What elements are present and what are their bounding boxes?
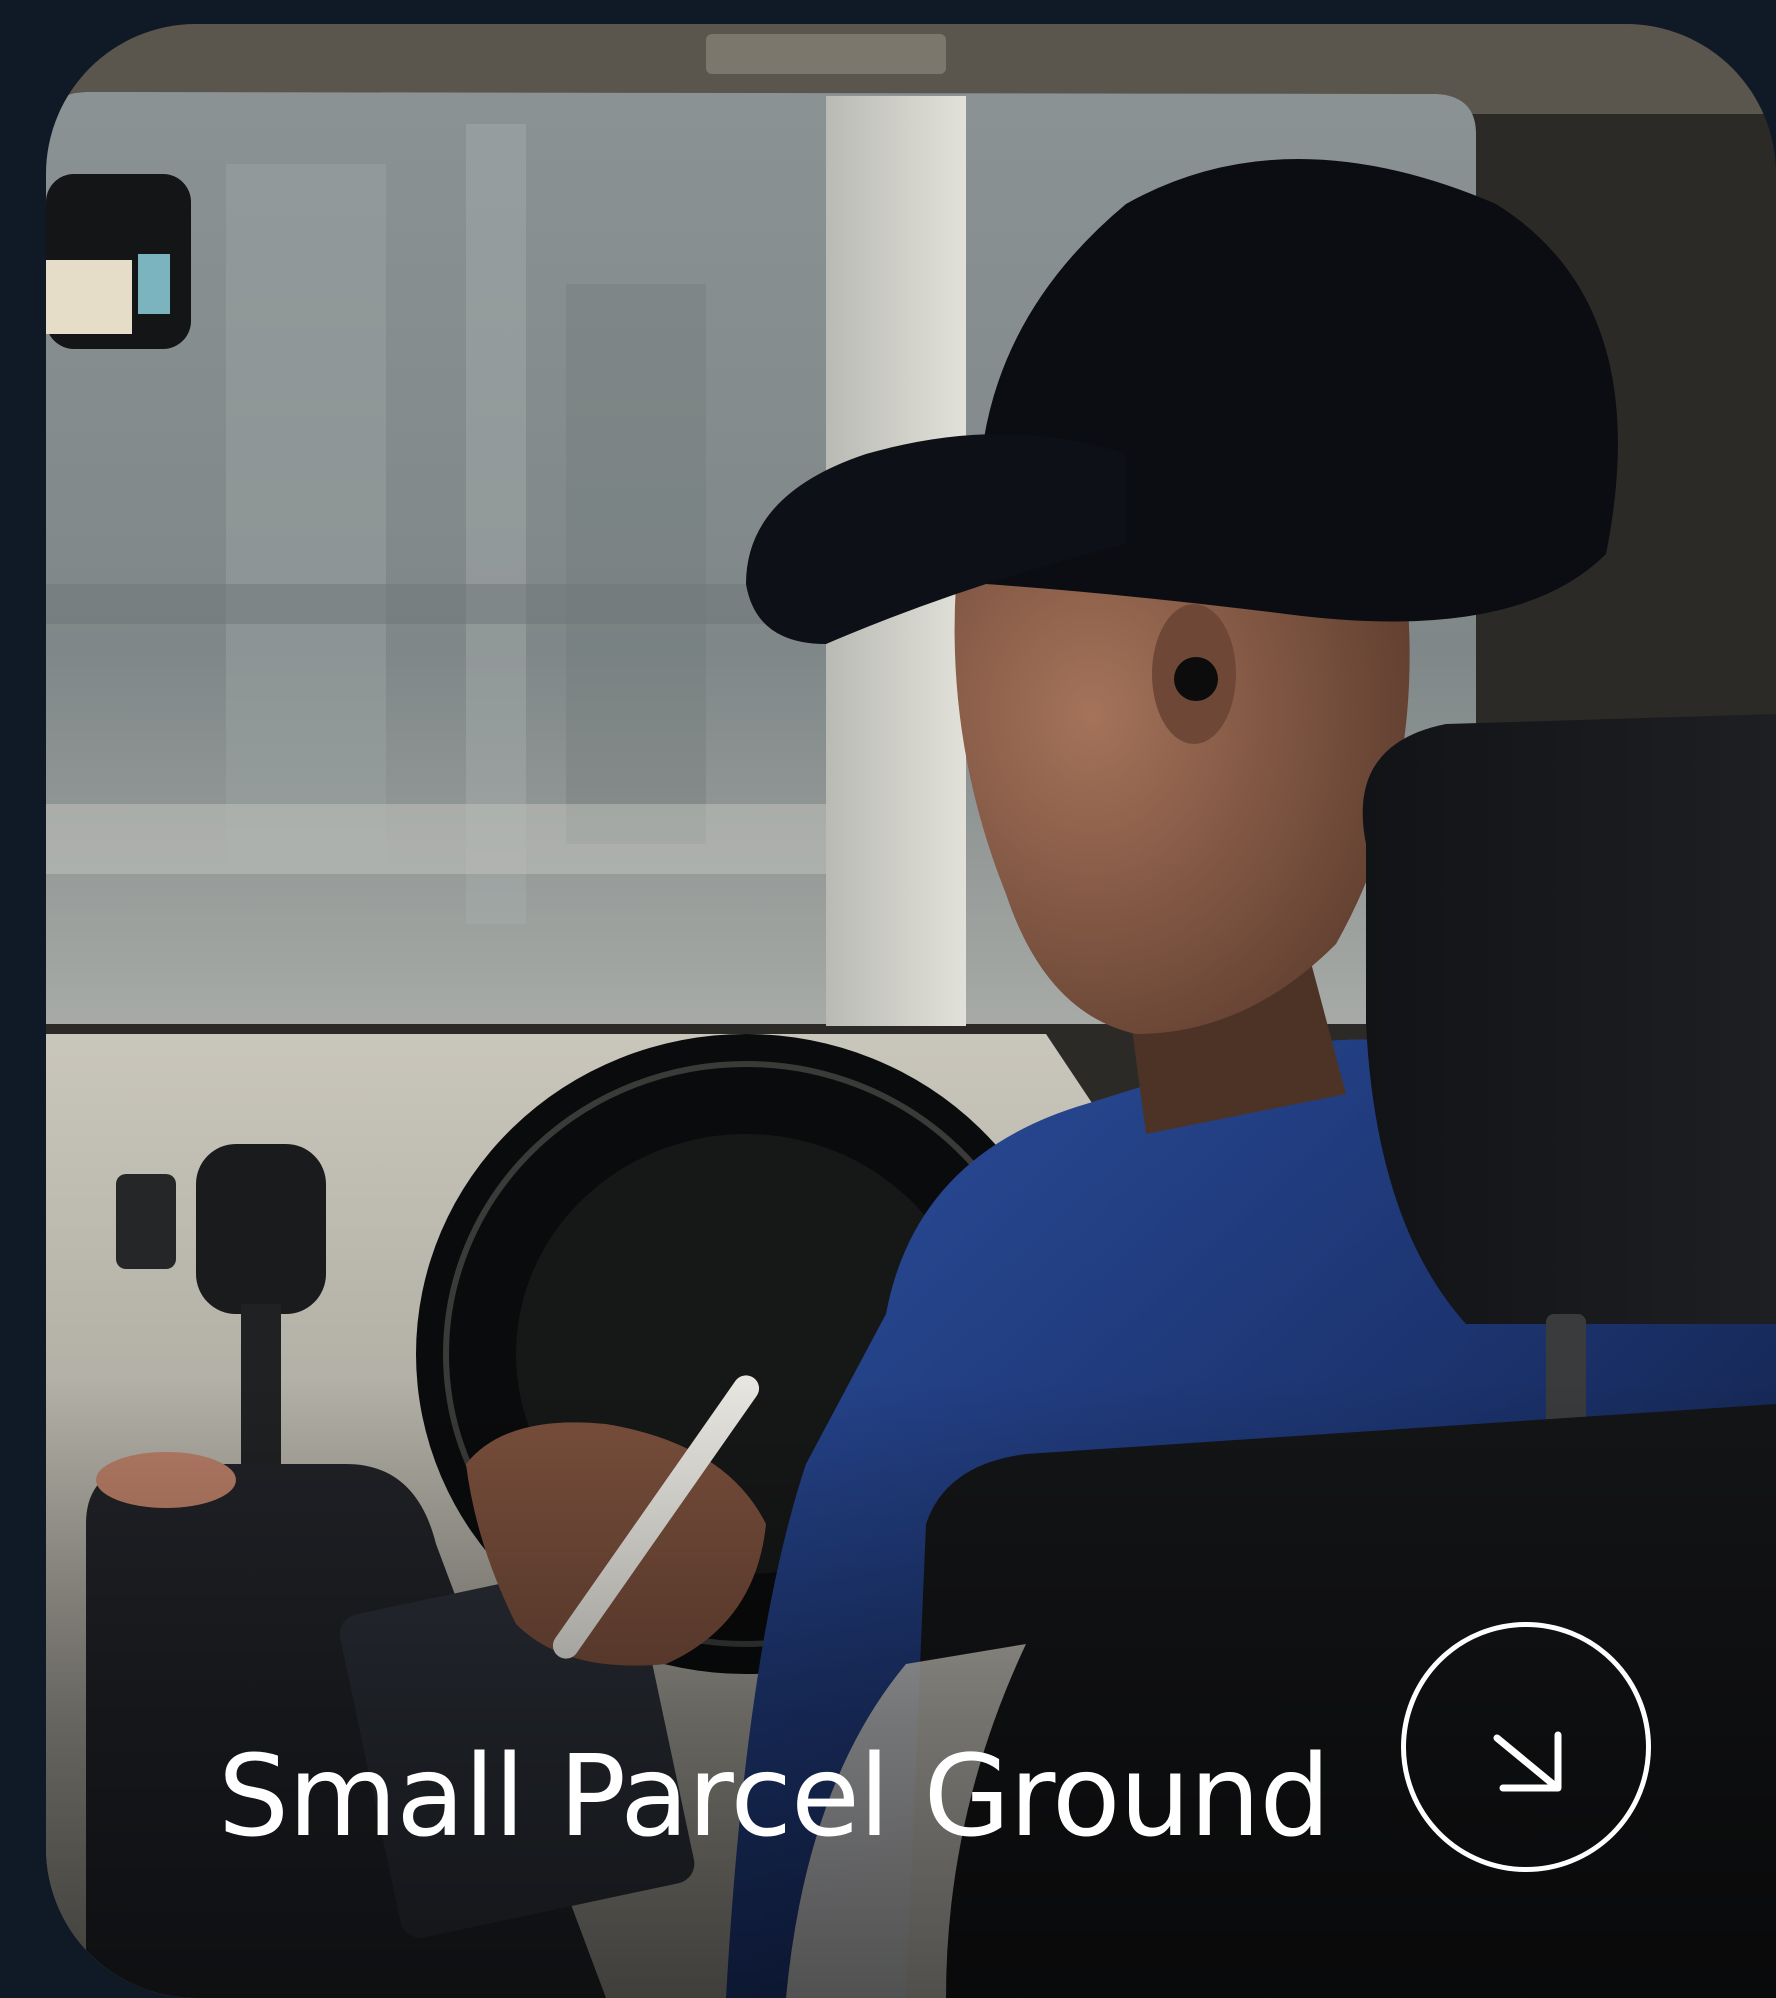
- card-title[interactable]: Small Parcel Ground: [218, 1729, 1331, 1865]
- open-service-button[interactable]: [1401, 1622, 1651, 1872]
- arrow-down-right-icon: [1493, 1731, 1562, 1792]
